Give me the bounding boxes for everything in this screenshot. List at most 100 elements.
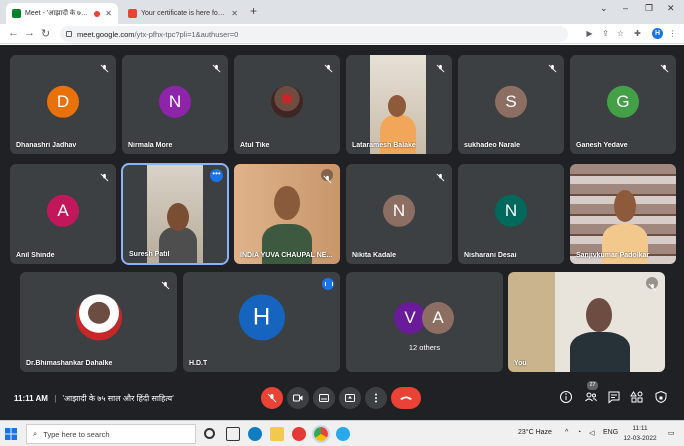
windows-taskbar: ⌕ Type here to search 23°C Haze ^ ◔ ◁ EN… — [0, 420, 684, 446]
participant-tile[interactable]: H H.D.T — [183, 272, 340, 372]
chrome-icon[interactable] — [312, 425, 330, 443]
volume-icon[interactable]: ◁ — [589, 429, 594, 437]
people-button[interactable] — [584, 390, 598, 404]
mic-off-icon — [267, 393, 277, 403]
camera-in-use-icon[interactable]: ▶ — [584, 28, 595, 39]
browser-toolbar: ← → ↻ meet.google.com/ytx-pfhx-tpc?pli=1… — [0, 24, 684, 44]
minimize-button[interactable]: – — [623, 3, 628, 13]
participant-tile[interactable]: Lataramesh Balake — [346, 55, 452, 154]
participant-tile[interactable]: G Ganesh Yedave — [570, 55, 676, 154]
participant-name: Nikita Kadale — [352, 252, 396, 259]
avatar: H — [238, 294, 285, 341]
address-bar[interactable]: meet.google.com/ytx-pfhx-tpc?pli=1&authu… — [60, 26, 568, 42]
avatar: N — [495, 194, 527, 227]
notifications-icon[interactable]: ▭ — [668, 429, 675, 437]
shapes-icon — [630, 391, 643, 403]
back-arrow-icon[interactable]: ← — [8, 27, 19, 39]
avatar: G — [607, 85, 639, 118]
mic-off-icon — [436, 169, 445, 182]
participant-name: Sanjivkumar Padolkar — [576, 252, 650, 259]
taskbar-clock[interactable]: 11:11 12-03-2022 — [618, 424, 662, 444]
camera-toggle-button[interactable] — [287, 387, 309, 409]
reload-icon[interactable]: ↻ — [41, 27, 50, 40]
participant-name: INDIA YUVA CHAUPAL NE... — [240, 252, 333, 259]
weather-widget[interactable]: 23°C Haze — [518, 429, 552, 436]
profile-photo — [75, 294, 122, 341]
close-tab-icon[interactable]: ✕ — [231, 9, 238, 18]
participant-tile[interactable]: N Nikita Kadale — [346, 164, 452, 264]
mic-off-icon — [100, 60, 109, 73]
edge-icon[interactable] — [248, 427, 262, 441]
hangup-icon — [400, 396, 412, 400]
extensions-icon[interactable]: ✚ — [632, 28, 643, 39]
new-tab-button[interactable]: + — [250, 4, 257, 18]
close-tab-icon[interactable]: ✕ — [105, 9, 112, 18]
present-icon — [345, 394, 355, 402]
maximize-button[interactable]: ❐ — [645, 3, 653, 14]
search-icon: ⌕ — [33, 429, 38, 438]
participant-tile[interactable]: Dr.Bhimashankar Dahalke — [20, 272, 177, 372]
participant-tile[interactable]: ••• Suresh Patil — [121, 163, 229, 265]
mic-off-icon — [646, 277, 658, 291]
tab-certificate[interactable]: Your certificate is here for **आझादी ✕ — [122, 3, 244, 24]
chat-button[interactable] — [607, 390, 621, 404]
more-options-button[interactable] — [365, 387, 387, 409]
taskbar-search-input[interactable]: ⌕ Type here to search — [26, 424, 196, 444]
participant-tile[interactable]: N Nisharani Desai — [458, 164, 564, 264]
participant-tile[interactable]: Sanjivkumar Padolkar — [570, 164, 676, 264]
self-view-tile[interactable]: You — [508, 272, 665, 372]
person-head — [388, 95, 406, 117]
end-call-button[interactable] — [391, 387, 421, 409]
participant-tile[interactable]: S sukhadeo Narale — [458, 55, 564, 154]
others-tile[interactable]: V A 12 others — [346, 272, 503, 372]
host-controls-button[interactable] — [654, 390, 668, 404]
person-head — [614, 190, 636, 222]
mic-off-icon — [321, 169, 333, 183]
mic-off-icon — [100, 169, 109, 182]
network-icon[interactable]: ◔ — [577, 429, 581, 436]
meeting-details-button[interactable] — [559, 390, 573, 404]
participant-name: Nirmala More — [128, 142, 173, 149]
participant-tile[interactable]: INDIA YUVA CHAUPAL NE... — [234, 164, 340, 264]
opera-icon[interactable] — [292, 427, 306, 441]
avatar: D — [47, 85, 79, 118]
task-view-icon[interactable] — [226, 427, 240, 441]
participant-name: Suresh Patil — [129, 251, 170, 258]
participant-name: Dr.Bhimashankar Dahalke — [26, 360, 113, 367]
file-explorer-icon[interactable] — [270, 427, 284, 441]
telegram-icon[interactable] — [336, 427, 350, 441]
share-icon[interactable]: ⇪ — [600, 28, 611, 39]
activities-button[interactable] — [630, 390, 644, 404]
clock-date: 12-03-2022 — [623, 435, 657, 442]
others-count-label: 12 others — [408, 343, 441, 352]
kebab-icon — [375, 393, 377, 403]
person-head — [586, 298, 612, 332]
avatar: A — [422, 302, 454, 334]
participant-tile[interactable]: Atul Tike — [234, 55, 340, 154]
tab-search-button[interactable]: ⌄ — [600, 3, 608, 14]
participant-name: sukhadeo Narale — [464, 142, 521, 149]
profile-avatar[interactable]: H — [652, 28, 663, 39]
mic-off-icon — [548, 60, 557, 73]
present-screen-button[interactable] — [339, 387, 361, 409]
windows-start-icon[interactable] — [5, 428, 17, 440]
close-window-button[interactable]: ✕ — [667, 3, 675, 14]
tray-chevron-icon[interactable]: ^ — [565, 429, 568, 436]
tab-meet[interactable]: Meet - 'आझादी के ७५ साल और हिंदी साहित्य… — [6, 3, 118, 24]
participant-tile[interactable]: N Nirmala More — [122, 55, 228, 154]
participant-tile[interactable]: A Anil Shinde — [10, 164, 116, 264]
more-options-button[interactable]: ••• — [210, 169, 223, 182]
menu-kebab-icon[interactable]: ⋮ — [667, 28, 678, 39]
forward-arrow-icon[interactable]: → — [24, 27, 35, 39]
chat-icon — [608, 391, 620, 404]
meeting-info: 11:11 AM | 'आझादी के ७५ साल और हिंदी साह… — [14, 393, 174, 404]
language-indicator[interactable]: ENG — [603, 429, 618, 436]
participant-name: H.D.T — [189, 360, 208, 367]
cortana-icon[interactable] — [204, 428, 215, 439]
captions-button[interactable] — [313, 387, 335, 409]
mic-toggle-button[interactable] — [261, 387, 283, 409]
participant-tile[interactable]: D Dhanashri Jadhav — [10, 55, 116, 154]
gmail-favicon-icon — [128, 9, 137, 18]
mic-off-icon — [436, 60, 445, 73]
star-icon[interactable]: ☆ — [615, 28, 626, 39]
